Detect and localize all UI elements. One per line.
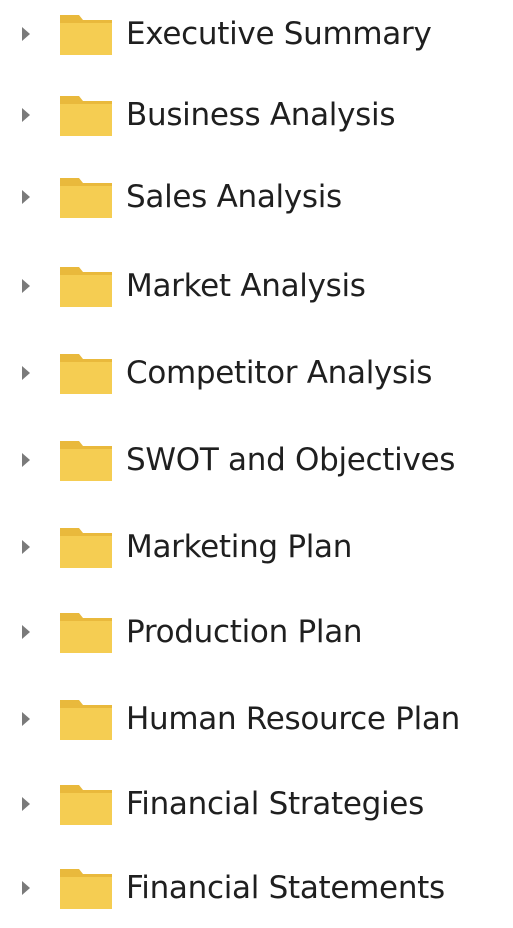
- folder-icon: [60, 526, 112, 568]
- tree-item-executive-summary[interactable]: Executive Summary: [0, 0, 513, 74]
- folder-icon: [60, 698, 112, 740]
- expand-arrow-icon[interactable]: [22, 366, 30, 380]
- tree-item-competitor-analysis[interactable]: Competitor Analysis: [0, 333, 513, 413]
- tree-item-financial-strategies[interactable]: Financial Strategies: [0, 764, 513, 844]
- expand-arrow-icon[interactable]: [22, 881, 30, 895]
- expand-arrow-icon[interactable]: [22, 453, 30, 467]
- tree-item-swot-and-objectives[interactable]: SWOT and Objectives: [0, 420, 513, 500]
- expand-arrow-icon[interactable]: [22, 797, 30, 811]
- tree-item-label: Financial Statements: [126, 870, 445, 906]
- expand-arrow-icon[interactable]: [22, 712, 30, 726]
- tree-item-label: Human Resource Plan: [126, 701, 460, 737]
- folder-tree: Executive Summary Business Analysis Sale…: [0, 0, 513, 909]
- tree-item-label: Executive Summary: [126, 16, 432, 52]
- tree-item-market-analysis[interactable]: Market Analysis: [0, 246, 513, 326]
- folder-icon: [60, 611, 112, 653]
- tree-item-label: Sales Analysis: [126, 179, 342, 215]
- tree-item-label: SWOT and Objectives: [126, 442, 456, 478]
- tree-item-label: Market Analysis: [126, 268, 366, 304]
- tree-item-business-analysis[interactable]: Business Analysis: [0, 75, 513, 155]
- tree-item-label: Production Plan: [126, 614, 363, 650]
- folder-icon: [60, 176, 112, 218]
- tree-item-label: Business Analysis: [126, 97, 396, 133]
- tree-item-human-resource-plan[interactable]: Human Resource Plan: [0, 679, 513, 759]
- tree-item-label: Competitor Analysis: [126, 355, 433, 391]
- expand-arrow-icon[interactable]: [22, 108, 30, 122]
- tree-item-label: Financial Strategies: [126, 786, 424, 822]
- expand-arrow-icon[interactable]: [22, 190, 30, 204]
- expand-arrow-icon[interactable]: [22, 279, 30, 293]
- tree-item-financial-statements[interactable]: Financial Statements: [0, 848, 513, 928]
- folder-icon: [60, 439, 112, 481]
- folder-icon: [60, 265, 112, 307]
- tree-item-sales-analysis[interactable]: Sales Analysis: [0, 157, 513, 237]
- expand-arrow-icon[interactable]: [22, 540, 30, 554]
- expand-arrow-icon[interactable]: [22, 625, 30, 639]
- tree-item-production-plan[interactable]: Production Plan: [0, 592, 513, 672]
- folder-icon: [60, 783, 112, 825]
- folder-icon: [60, 13, 112, 55]
- tree-item-label: Marketing Plan: [126, 529, 353, 565]
- folder-icon: [60, 352, 112, 394]
- folder-icon: [60, 867, 112, 909]
- folder-icon: [60, 94, 112, 136]
- expand-arrow-icon[interactable]: [22, 27, 30, 41]
- tree-item-marketing-plan[interactable]: Marketing Plan: [0, 507, 513, 587]
